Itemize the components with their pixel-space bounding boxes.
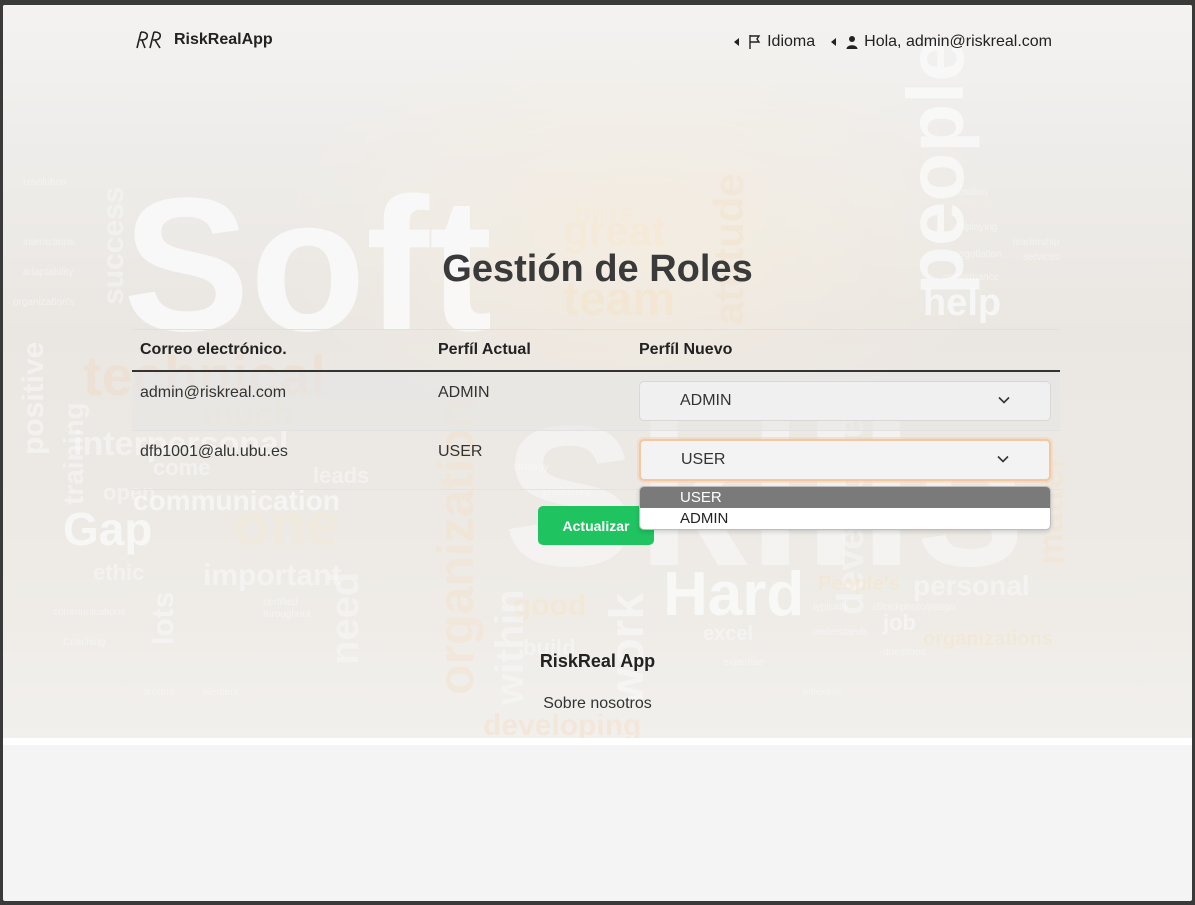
roles-table: Correo electrónico. Perfíl Actual Perfíl…: [132, 329, 1060, 490]
new-role-select[interactable]: USER: [639, 439, 1051, 481]
brand-name: RiskRealApp: [174, 31, 273, 48]
page-title: Gestión de Roles: [442, 248, 753, 290]
select-value: USER: [681, 451, 726, 468]
row-current-role: ADMIN: [438, 384, 490, 401]
footer-title: RiskReal App: [539, 651, 656, 671]
language-label: Idioma: [767, 33, 816, 50]
user-menu[interactable]: Hola, admin@riskreal.com: [831, 33, 1052, 51]
update-button[interactable]: Actualizar: [538, 506, 654, 545]
chevron-down-icon: [997, 455, 1009, 463]
column-header-new-role: Perfíl Nuevo: [639, 341, 733, 358]
user-icon: [846, 36, 858, 49]
row-email: admin@riskreal.com: [140, 384, 287, 401]
language-menu[interactable]: Idioma: [734, 33, 815, 51]
table-header: Correo electrónico. Perfíl Actual Perfíl…: [132, 330, 1060, 372]
flag-icon: [749, 35, 761, 49]
new-role-select[interactable]: ADMIN: [639, 381, 1051, 421]
row-email: dfb1001@alu.ubu.es: [140, 443, 288, 460]
dropdown-option-admin[interactable]: ADMIN: [640, 508, 1050, 529]
chevron-down-icon: [998, 396, 1010, 404]
caret-left-icon: [734, 38, 740, 46]
column-header-email: Correo electrónico.: [140, 341, 287, 358]
column-header-current-role: Perfíl Actual: [438, 341, 531, 358]
riskreal-logo-icon: [136, 31, 162, 49]
section-divider: [3, 738, 1192, 745]
about-link[interactable]: Sobre nosotros: [3, 695, 1192, 713]
browser-window: Soft Skills great team technical Gap one…: [3, 5, 1192, 901]
brand-link[interactable]: RiskRealApp: [134, 29, 273, 51]
row-current-role: USER: [438, 443, 483, 460]
select-value: ADMIN: [680, 392, 732, 409]
navbar-right: Idioma Hola, admin@riskreal.com: [734, 32, 1052, 52]
user-greeting: Hola, admin@riskreal.com: [864, 33, 1052, 50]
role-dropdown-list: USER ADMIN: [639, 486, 1051, 530]
table-row: dfb1001@alu.ubu.es USER USER: [132, 431, 1060, 490]
caret-left-icon: [831, 38, 837, 46]
table-row: admin@riskreal.com ADMIN ADMIN: [132, 372, 1060, 431]
dropdown-option-user[interactable]: USER: [640, 487, 1050, 508]
